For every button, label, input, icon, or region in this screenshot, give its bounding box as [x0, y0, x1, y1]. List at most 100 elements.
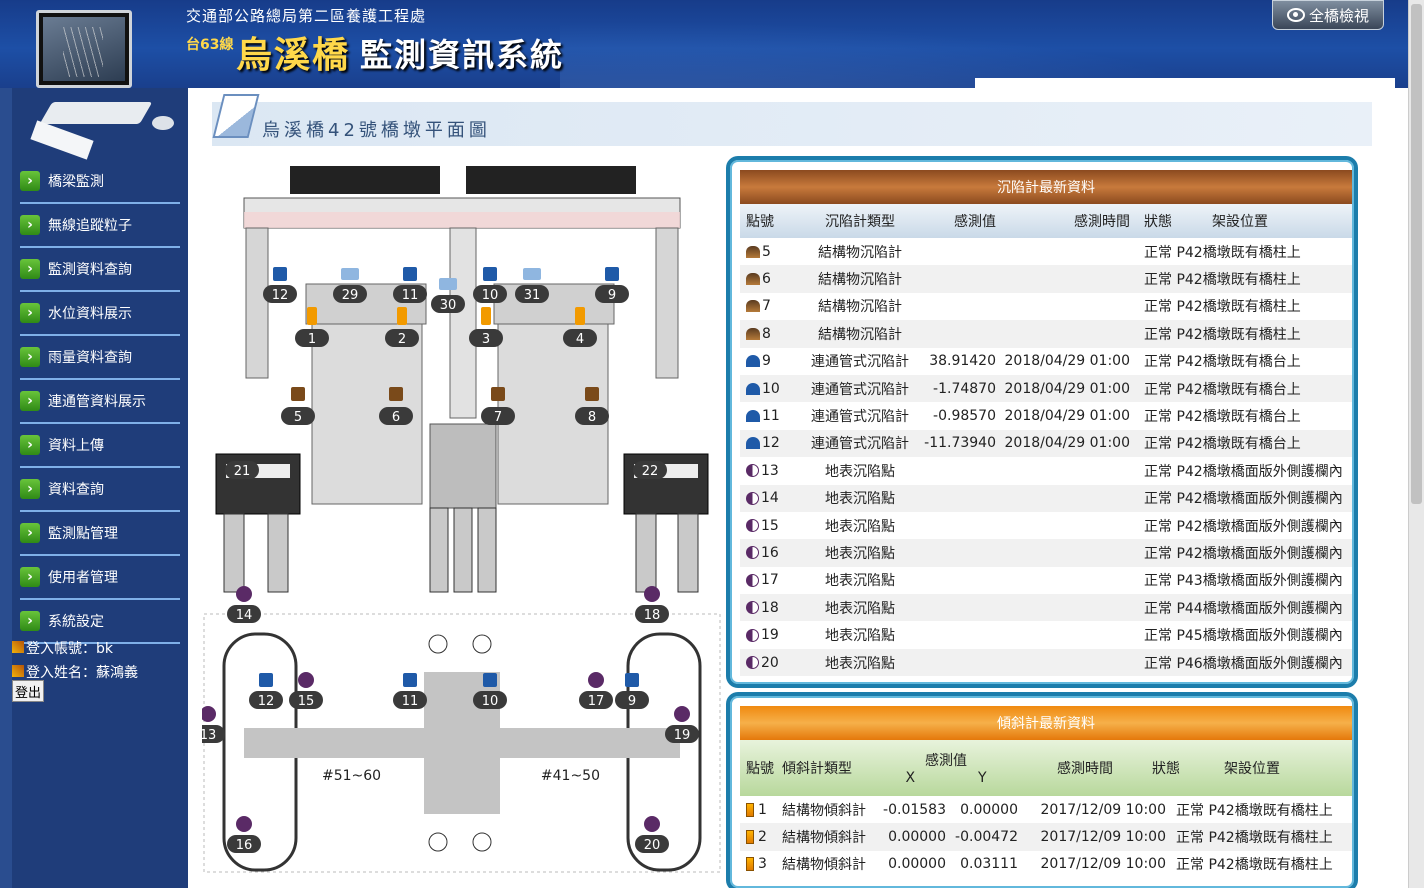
table-row[interactable]: 14 地表沉陷點 正常 P42橋墩橋面版外側護欄內: [740, 484, 1352, 512]
ground-marker[interactable]: 18: [635, 605, 669, 623]
tilt-marker[interactable]: 4: [563, 329, 597, 347]
cell-location: P42橋墩既有橋柱上: [1208, 857, 1333, 874]
pipe-sensor-icon[interactable]: [403, 673, 417, 687]
pipe-sensor-icon[interactable]: [403, 267, 417, 281]
ground-sensor-icon[interactable]: [236, 816, 252, 832]
system-name: 監測資訊系統: [360, 36, 565, 74]
table-row[interactable]: 15 地表沉陷點 正常 P42橋墩橋面版外側護欄內: [740, 512, 1352, 539]
pipe-sensor-icon[interactable]: [605, 267, 619, 281]
cell-status: 正常: [1176, 830, 1204, 847]
sidebar-item[interactable]: › 資料上傳: [20, 424, 180, 468]
ground-marker[interactable]: 14: [227, 605, 261, 623]
table-row[interactable]: 6 結構物沉陷計 正常 P42橋墩既有橋柱上: [740, 265, 1352, 293]
ground-sensor-icon[interactable]: [298, 672, 314, 688]
sidebar-item[interactable]: › 監測資料查詢: [20, 248, 180, 292]
cell-location: P42橋墩既有橋柱上: [1176, 326, 1301, 343]
tilt-marker[interactable]: 1: [295, 329, 329, 347]
tilt-sensor-icon[interactable]: [307, 307, 317, 325]
table-row[interactable]: 7 結構物沉陷計 正常 P42橋墩既有橋柱上: [740, 293, 1352, 320]
plan-pipe-marker[interactable]: 10: [473, 691, 507, 709]
struct-sensor-icon[interactable]: [389, 387, 403, 401]
plan-pipe-marker[interactable]: 9: [615, 691, 649, 709]
table-row[interactable]: 20 地表沉陷點 正常 P46橋墩橋面版外側護欄內: [740, 648, 1352, 677]
struct-marker[interactable]: 8: [575, 407, 609, 425]
sidebar-item-label: 監測資料查詢: [48, 262, 132, 278]
table-row[interactable]: 11 連通管式沉陷計 -0.98570 2018/04/29 01:00 正常 P42橋…: [740, 402, 1352, 429]
struct-marker[interactable]: 5: [281, 407, 315, 425]
ground-sensor-icon[interactable]: [202, 706, 216, 722]
chevron-right-icon: ›: [20, 259, 40, 279]
ground-sensor-icon[interactable]: [644, 586, 660, 602]
pipe-sensor-icon[interactable]: [259, 673, 273, 687]
table-row[interactable]: 10 連通管式沉陷計 -1.74870 2018/04/29 01:00 正常 P42橋…: [740, 374, 1352, 403]
struct-sensor-icon[interactable]: [491, 387, 505, 401]
struct-marker[interactable]: 7: [481, 407, 515, 425]
pipe-sensor-icon[interactable]: [273, 267, 287, 281]
struct-sensor-icon[interactable]: [291, 387, 305, 401]
sidebar-item[interactable]: › 監測點管理: [20, 512, 180, 556]
table-row[interactable]: 12 連通管式沉陷計 -11.73940 2018/04/29 01:00 正常 P42…: [740, 429, 1352, 458]
table-row[interactable]: 13 地表沉陷點 正常 P42橋墩橋面版外側護欄內: [740, 457, 1352, 484]
table-row[interactable]: 5 結構物沉陷計 正常 P42橋墩既有橋柱上: [740, 238, 1352, 265]
tilt-sensor-icon[interactable]: [575, 307, 585, 325]
ground-marker[interactable]: 16: [227, 835, 261, 853]
tilt-marker[interactable]: 2: [385, 329, 419, 347]
table-row[interactable]: 17 地表沉陷點 正常 P43橋墩橋面版外側護欄內: [740, 567, 1352, 594]
camera-marker[interactable]: 29: [333, 285, 367, 303]
scrollbar-thumb[interactable]: [1411, 4, 1422, 504]
sidebar-item[interactable]: › 水位資料展示: [20, 292, 180, 336]
sidebar-item[interactable]: › 資料查詢: [20, 468, 180, 512]
abutment-marker[interactable]: 21: [225, 461, 259, 479]
ground-sensor-icon[interactable]: [674, 706, 690, 722]
ground-marker[interactable]: 13: [202, 725, 225, 743]
ground-marker[interactable]: 20: [635, 835, 669, 853]
plan-pipe-marker[interactable]: 12: [249, 691, 283, 709]
pipe-marker[interactable]: 9: [595, 285, 629, 303]
cell-type: 地表沉陷點: [825, 491, 895, 508]
pipe-marker[interactable]: 11: [393, 285, 427, 303]
table-row[interactable]: 1 結構物傾斜計 -0.01583 0.00000 2017/12/09 10:00 正常…: [740, 796, 1352, 823]
table-row[interactable]: 9 連通管式沉陷計 38.91420 2018/04/29 01:00 正常 P42橋墩…: [740, 348, 1352, 375]
page-scrollbar[interactable]: [1408, 0, 1424, 888]
plan-pipe-marker[interactable]: 11: [393, 691, 427, 709]
pipe-marker[interactable]: 12: [263, 285, 297, 303]
table-row[interactable]: 3 結構物傾斜計 0.00000 0.03111 2017/12/09 10:00 正常 …: [740, 851, 1352, 878]
pipe-sensor-icon[interactable]: [483, 673, 497, 687]
table-row[interactable]: 16 地表沉陷點 正常 P42橋墩橋面版外側護欄內: [740, 539, 1352, 567]
full-view-button[interactable]: 全橋檢視: [1272, 0, 1384, 30]
sidebar-item[interactable]: › 連通管資料展示: [20, 380, 180, 424]
pipe-marker[interactable]: 10: [473, 285, 507, 303]
camera-marker[interactable]: 31: [515, 285, 549, 303]
logout-button[interactable]: 登出: [12, 680, 44, 702]
ground-marker[interactable]: 17: [579, 691, 613, 709]
abutment-marker[interactable]: 22: [633, 461, 667, 479]
cam-sensor-icon[interactable]: [523, 268, 541, 280]
ground-marker[interactable]: 15: [289, 691, 323, 709]
struct-marker[interactable]: 6: [379, 407, 413, 425]
cam-sensor-icon[interactable]: [439, 278, 457, 290]
cell-location: P42橋墩既有橋柱上: [1176, 299, 1301, 316]
table-row[interactable]: 19 地表沉陷點 正常 P45橋墩橋面版外側護欄內: [740, 621, 1352, 648]
ground-sensor-icon[interactable]: [588, 672, 604, 688]
ground-marker[interactable]: 19: [665, 725, 699, 743]
table-row[interactable]: 2 結構物傾斜計 0.00000 -0.00472 2017/12/09 10:00 正常…: [740, 823, 1352, 851]
sidebar-item[interactable]: › 橋梁監測: [20, 160, 180, 204]
cell-location: P45橋墩橋面版外側護欄內: [1176, 628, 1343, 645]
pipe-sensor-icon[interactable]: [483, 267, 497, 281]
ground-sensor-icon[interactable]: [236, 586, 252, 602]
camera-marker[interactable]: 30: [431, 295, 465, 313]
sidebar-item[interactable]: › 雨量資料查詢: [20, 336, 180, 380]
cam-sensor-icon[interactable]: [341, 268, 359, 280]
col-value: 感測值: [925, 753, 967, 769]
tilt-sensor-icon[interactable]: [397, 307, 407, 325]
tilt-sensor-icon[interactable]: [481, 307, 491, 325]
table-row[interactable]: 18 地表沉陷點 正常 P44橋墩橋面版外側護欄內: [740, 594, 1352, 622]
tilt-marker[interactable]: 3: [469, 329, 503, 347]
struct-sensor-icon[interactable]: [585, 387, 599, 401]
sidebar-item[interactable]: › 使用者管理: [20, 556, 180, 600]
id-text: 6: [762, 271, 771, 288]
pipe-sensor-icon[interactable]: [625, 673, 639, 687]
sidebar-item[interactable]: › 無線追蹤粒子: [20, 204, 180, 248]
table-row[interactable]: 8 結構物沉陷計 正常 P42橋墩既有橋柱上: [740, 320, 1352, 348]
ground-sensor-icon[interactable]: [644, 816, 660, 832]
